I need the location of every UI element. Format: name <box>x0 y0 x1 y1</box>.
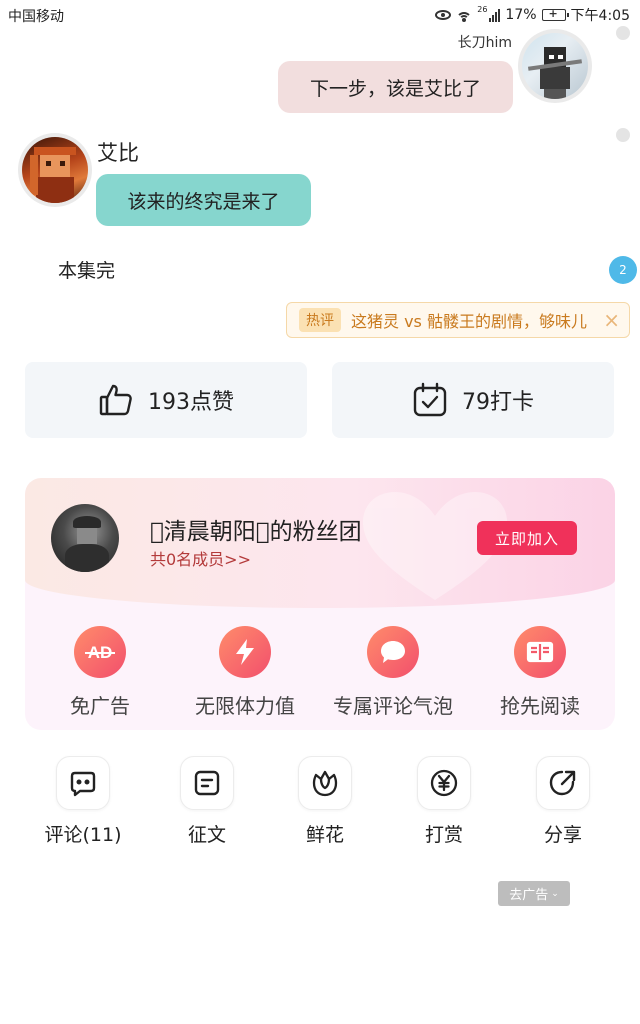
hot-comment-text: 这猪灵 vs 骷髅王的剧情，够味儿 <box>351 312 587 331</box>
scroll-dot <box>616 128 630 142</box>
right-speaker-name: 长刀him <box>457 35 512 51</box>
fan-club-avatar[interactable] <box>51 504 119 572</box>
action-label: 鲜花 <box>305 824 344 846</box>
close-icon[interactable]: × <box>603 308 620 332</box>
like-count: 193点赞 <box>148 390 234 415</box>
signal-icon <box>489 8 501 22</box>
fan-club-title:  清晨朝阳 的粉丝团 <box>150 519 362 545</box>
perk-ad-free[interactable]: AD 免广告 <box>25 626 175 719</box>
scroll-dot <box>616 26 630 40</box>
flower-button[interactable]: 鲜花 <box>270 756 380 847</box>
fan-club-card:  清晨朝阳 的粉丝团 共0名成员>> 立即加入 AD 免广告 无限体力值 专属评… <box>25 478 615 730</box>
left-speaker-name: 艾比 <box>97 141 139 165</box>
episode-end-label: 本集完 <box>58 260 116 282</box>
remove-ads-button[interactable]: 去广告 ⌄ <box>498 881 570 906</box>
clock: 下午4:05 <box>570 8 630 24</box>
tip-button[interactable]: 打赏 <box>389 756 499 847</box>
perk-label: 专属评论气泡 <box>333 694 453 718</box>
ad-free-icon: AD <box>74 626 126 678</box>
fan-club-members-link[interactable]: 共0名成员>> <box>150 546 251 570</box>
remove-ads-label: 去广告 <box>509 888 549 903</box>
right-speaker-avatar[interactable] <box>518 29 592 103</box>
yen-coin-icon <box>417 756 471 810</box>
book-icon <box>514 626 566 678</box>
status-icons: 26 17% + 下午4:05 <box>435 5 630 25</box>
hot-comment-bar[interactable]: 热评 这猪灵 vs 骷髅王的剧情，够味儿 × <box>286 302 630 338</box>
battery-percent: 17% <box>505 7 537 23</box>
perk-unlimited-stamina[interactable]: 无限体力值 <box>170 626 320 719</box>
thumbs-up-icon <box>98 382 134 418</box>
flower-icon <box>298 756 352 810</box>
comment-button[interactable]: 评论(11) <box>28 756 138 847</box>
essay-icon <box>180 756 234 810</box>
perk-label: 免广告 <box>70 694 130 718</box>
share-button[interactable]: 分享 <box>508 756 618 847</box>
battery-icon: + <box>541 7 569 21</box>
action-label: 分享 <box>543 824 582 846</box>
chevron-down-icon: ⌄ <box>551 888 559 899</box>
hot-comment-tag: 热评 <box>299 308 341 332</box>
perk-label: 无限体力值 <box>195 694 295 718</box>
share-icon <box>536 756 590 810</box>
left-message-bubble: 该来的终究是来了 <box>96 174 311 226</box>
chat-bubble-icon <box>367 626 419 678</box>
carrier-label: 中国移动 <box>8 9 64 25</box>
lightning-icon <box>219 626 271 678</box>
comment-count-badge[interactable]: 2 <box>609 256 637 284</box>
perk-comment-bubble[interactable]: 专属评论气泡 <box>318 626 468 719</box>
like-button[interactable]: 193点赞 <box>25 362 307 438</box>
comment-icon <box>56 756 110 810</box>
right-message-bubble: 下一步，该是艾比了 <box>278 61 513 113</box>
calendar-check-icon <box>412 382 448 418</box>
essay-button[interactable]: 征文 <box>152 756 262 847</box>
wifi-icon <box>456 9 473 22</box>
network-type: 26 <box>477 5 488 14</box>
left-speaker-avatar[interactable] <box>18 133 92 207</box>
checkin-button[interactable]: 79打卡 <box>332 362 614 438</box>
checkin-count: 79打卡 <box>462 390 534 415</box>
action-label: 征文 <box>187 824 226 846</box>
perk-early-access[interactable]: 抢先阅读 <box>465 626 615 719</box>
eye-icon <box>435 10 452 20</box>
perk-label: 抢先阅读 <box>500 694 580 718</box>
action-label: 评论(11) <box>44 824 122 846</box>
status-bar: 中国移动 26 17% + 下午4:05 <box>0 0 640 30</box>
action-label: 打赏 <box>424 824 463 846</box>
fan-club-header:  清晨朝阳 的粉丝团 共0名成员>> 立即加入 <box>25 478 615 608</box>
join-fan-club-button[interactable]: 立即加入 <box>477 521 577 555</box>
